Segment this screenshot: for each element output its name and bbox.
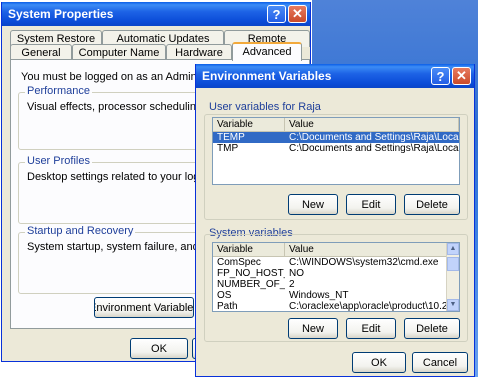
variable-name: NUMBER_OF_P... (217, 279, 285, 290)
window-title: System Properties (8, 7, 114, 21)
list-item[interactable]: NUMBER_OF_P... 2 (213, 279, 459, 290)
variable-value: 2 (289, 279, 295, 290)
variable-value: C:\WINDOWS\system32\cmd.exe (289, 257, 439, 268)
ok-button[interactable]: OK (352, 352, 406, 373)
user-profiles-text: Desktop settings related to your logon (27, 171, 212, 183)
list-item[interactable]: TEMP C:\Documents and Settings\Raja\Loca… (213, 132, 459, 143)
user-variables-label: User variables for Raja (209, 101, 321, 113)
close-button[interactable]: ✕ (452, 67, 471, 85)
variable-name: OS (217, 290, 232, 301)
variable-name: ComSpec (217, 257, 261, 268)
column-value[interactable]: Value (285, 118, 459, 131)
system-new-button[interactable]: New (288, 318, 338, 339)
variable-value: C:\oraclexe\app\oracle\product\10.2.0\..… (289, 301, 459, 312)
list-header: Variable Value (213, 118, 459, 132)
close-button[interactable]: ✕ (288, 5, 307, 23)
user-delete-button[interactable]: Delete (404, 194, 460, 215)
vertical-scrollbar[interactable]: ▲ ▼ (446, 243, 459, 311)
help-button[interactable]: ? (431, 67, 450, 85)
variable-value: NO (289, 268, 304, 279)
list-item[interactable]: ComSpec C:\WINDOWS\system32\cmd.exe (213, 257, 459, 268)
user-new-button[interactable]: New (288, 194, 338, 215)
list-item[interactable]: FP_NO_HOST_C... NO (213, 268, 459, 279)
user-variables-list[interactable]: Variable Value TEMP C:\Documents and Set… (212, 117, 460, 185)
environment-variables-window: Environment Variables ? ✕ User variables… (195, 64, 475, 377)
list-item[interactable]: Path C:\oraclexe\app\oracle\product\10.2… (213, 301, 459, 312)
scroll-up-icon[interactable]: ▲ (447, 243, 459, 255)
user-profiles-title: User Profiles (25, 155, 92, 167)
performance-title: Performance (25, 85, 92, 97)
environment-variables-button[interactable]: Environment Variables (94, 297, 194, 318)
scroll-thumb[interactable] (447, 257, 459, 271)
system-edit-button[interactable]: Edit (346, 318, 396, 339)
ok-button[interactable]: OK (130, 338, 188, 359)
user-edit-button[interactable]: Edit (346, 194, 396, 215)
system-variables-list[interactable]: Variable Value ComSpec C:\WINDOWS\system… (212, 242, 460, 312)
variable-value: C:\Documents and Settings\Raja\Local ... (289, 143, 459, 154)
list-header: Variable Value (213, 243, 459, 257)
column-value[interactable]: Value (285, 243, 459, 256)
tab-advanced[interactable]: Advanced (232, 42, 302, 61)
variable-name: Path (217, 301, 238, 312)
list-item[interactable]: TMP C:\Documents and Settings\Raja\Local… (213, 143, 459, 154)
dialog-title: Environment Variables (202, 69, 332, 83)
column-variable[interactable]: Variable (213, 118, 285, 131)
variable-value: C:\Documents and Settings\Raja\Local ... (289, 132, 459, 143)
variable-name: FP_NO_HOST_C... (217, 268, 285, 279)
system-properties-titlebar[interactable]: System Properties ? ✕ (2, 2, 310, 26)
help-button[interactable]: ? (267, 5, 286, 23)
startup-recovery-title: Startup and Recovery (25, 225, 136, 237)
variable-value: Windows_NT (289, 290, 349, 301)
variable-name: TMP (217, 143, 239, 154)
system-delete-button[interactable]: Delete (404, 318, 460, 339)
cancel-button[interactable]: Cancel (412, 352, 468, 373)
scroll-down-icon[interactable]: ▼ (447, 299, 459, 311)
variable-name: TEMP (217, 132, 245, 143)
list-item[interactable]: OS Windows_NT (213, 290, 459, 301)
environment-variables-titlebar[interactable]: Environment Variables ? ✕ (196, 64, 474, 88)
column-variable[interactable]: Variable (213, 243, 285, 256)
